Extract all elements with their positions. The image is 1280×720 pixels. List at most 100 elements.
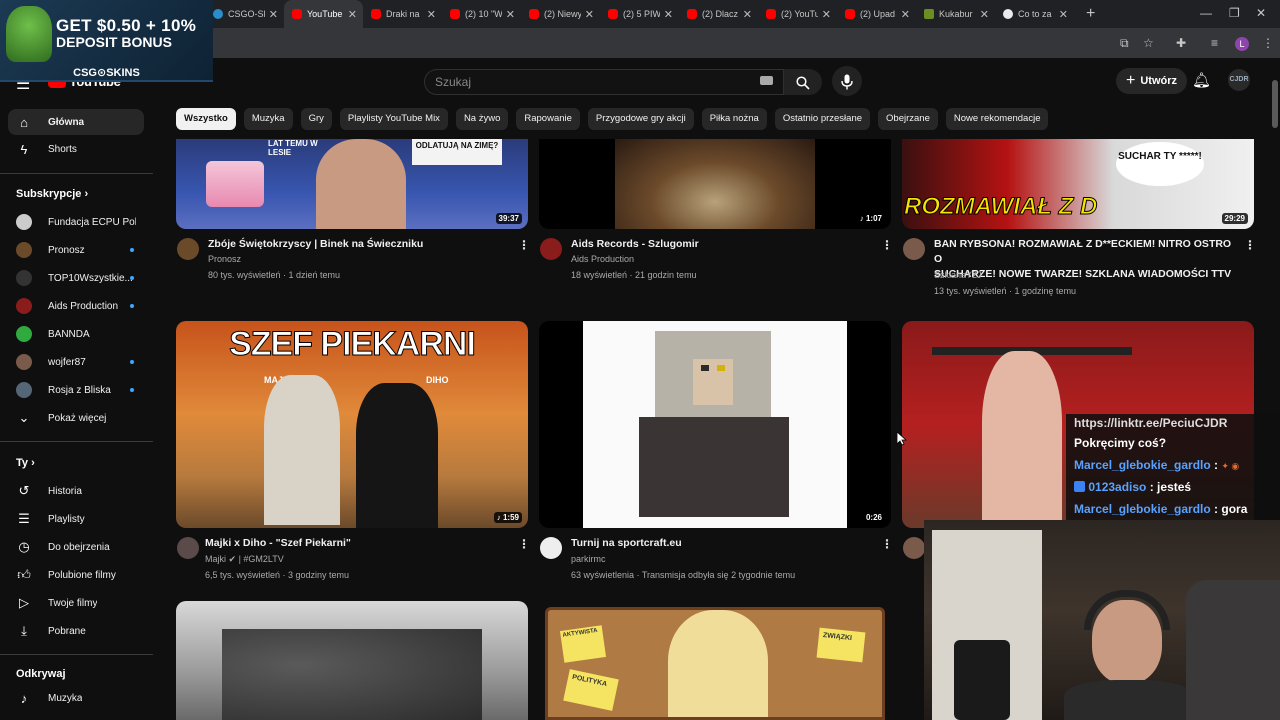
more-actions-icon[interactable]: ⋮ [518, 537, 530, 551]
browser-profile-avatar[interactable]: L [1235, 37, 1249, 51]
sidebar-item-music[interactable]: ♪ Muzyka [8, 685, 144, 711]
chip[interactable]: Muzyka [243, 108, 293, 130]
minecraft-skin-image [583, 321, 847, 528]
chip[interactable]: Rapowanie [516, 108, 580, 130]
close-tab-icon[interactable]: ✕ [1059, 8, 1068, 21]
channel-name[interactable]: SzklanaY2J [934, 268, 982, 283]
keyboard-icon[interactable] [760, 76, 773, 85]
channel-name[interactable]: Pronosz [208, 252, 241, 267]
close-tab-icon[interactable]: ✕ [901, 8, 910, 21]
sidebar-subscription[interactable]: wojfer87 [8, 349, 144, 375]
notifications-bell-icon[interactable]: 🔔︎ [1192, 71, 1211, 89]
sidebar-item-downloads[interactable]: ⤓ Pobrane [8, 618, 144, 644]
browser-menu-icon[interactable]: ⋮ [1262, 36, 1274, 50]
minimize-icon[interactable]: — [1200, 6, 1212, 20]
more-actions-icon[interactable]: ⋮ [1244, 238, 1256, 252]
close-tab-icon[interactable]: ✕ [269, 8, 278, 21]
sidebar-subscription[interactable]: BANNDA [8, 321, 144, 347]
channel-avatar[interactable] [540, 537, 562, 559]
new-tab-icon[interactable]: + [1086, 5, 1095, 23]
chip[interactable]: Ostatnio przesłane [774, 108, 871, 130]
more-actions-icon[interactable]: ⋮ [881, 537, 893, 551]
video-thumbnail[interactable]: AKTYWISTA POLITYKA ZWIĄZKI [545, 607, 885, 720]
browser-tab[interactable]: (2) 5 PIW ✕ [600, 0, 679, 28]
ad-mascot-image [6, 6, 52, 62]
sidebar-item-history[interactable]: ↺ Historia [8, 478, 144, 504]
chip[interactable]: Na żywo [455, 108, 509, 130]
browser-tab[interactable]: (2) Niewy ✕ [521, 0, 600, 28]
extensions-icon[interactable]: ✚ [1176, 36, 1186, 50]
sidebar: ⌂ Główna ϟ Shorts Subskrypcje › Fundacja… [0, 104, 160, 720]
user-avatar[interactable]: CJDR [1228, 69, 1250, 91]
install-app-icon[interactable]: ⧉ [1120, 36, 1129, 51]
close-tab-icon[interactable]: ✕ [822, 8, 831, 21]
close-tab-icon[interactable]: ✕ [743, 8, 752, 21]
sidebar-item-liked[interactable]: 👍︎ Polubione filmy [8, 562, 144, 588]
channel-name[interactable]: parkirmc [571, 552, 606, 567]
video-thumbnail[interactable]: SZEF PIEKARNI MAJKI DIHO ♪ 1:59 [176, 321, 528, 528]
close-tab-icon[interactable]: ✕ [585, 8, 594, 21]
channel-avatar[interactable] [540, 238, 562, 260]
browser-tab[interactable]: CSGO-SKINS✕ [205, 0, 284, 28]
close-tab-icon[interactable]: ✕ [427, 8, 436, 21]
video-thumbnail[interactable]: LAT TEMU W LESIE ODLATUJĄ NA ZIMĘ? 39:37 [176, 139, 528, 229]
channel-name[interactable]: Majki ✔ | #GM2LTV [205, 552, 284, 567]
chip-all[interactable]: Wszystko [176, 108, 236, 130]
close-tab-icon[interactable]: ✕ [506, 8, 515, 21]
video-thumbnail[interactable]: SUCHAR TY *****! ROZMAWIAŁ Z D 29:29 [902, 139, 1254, 229]
sidebar-subscription[interactable]: TOP10Wszystkie... [8, 265, 144, 291]
close-window-icon[interactable]: ✕ [1256, 6, 1266, 20]
video-title[interactable]: Majki x Diho - "Szef Piekarni" [205, 536, 505, 551]
browser-tab[interactable]: Draki na ✕ [363, 0, 442, 28]
sidebar-item-home[interactable]: ⌂ Główna [8, 109, 144, 135]
sidebar-subscription[interactable]: Fundacja ECPU Pol... [8, 209, 144, 235]
sidebar-subscription[interactable]: Pronosz [8, 237, 144, 263]
chip[interactable]: Przygodowe gry akcji [587, 108, 694, 130]
scrollbar-thumb[interactable] [1272, 80, 1278, 128]
chip[interactable]: Piłka nożna [701, 108, 767, 130]
chip[interactable]: Obejrzane [878, 108, 938, 130]
channel-name[interactable]: Aids Production [571, 252, 634, 267]
browser-tab[interactable]: (2) Dlacz ✕ [679, 0, 758, 28]
video-title[interactable]: Aids Records - Szlugomir [571, 237, 871, 252]
sidebar-item-playlists[interactable]: ☰ Playlisty [8, 506, 144, 532]
video-thumbnail[interactable] [176, 601, 528, 720]
channel-avatar[interactable] [903, 537, 925, 559]
sidebar-item-your-videos[interactable]: ▷ Twoje filmy [8, 590, 144, 616]
video-thumbnail[interactable]: ♪ 1:07 [539, 139, 891, 229]
channel-avatar[interactable] [903, 238, 925, 260]
sidebar-subscription[interactable]: Aids Production [8, 293, 144, 319]
channel-avatar[interactable] [177, 537, 199, 559]
video-thumbnail[interactable]: 0:26 [539, 321, 891, 528]
browser-tab[interactable]: Kukabur ✕ [916, 0, 995, 28]
chip[interactable]: Gry [300, 108, 332, 130]
chip[interactable]: Nowe rekomendacje [945, 108, 1049, 130]
media-controls-icon[interactable]: ≡ [1211, 36, 1218, 50]
channel-avatar[interactable] [177, 238, 199, 260]
subscriptions-heading[interactable]: Subskrypcje › [16, 188, 88, 200]
browser-tab[interactable]: (2) YouTu ✕ [758, 0, 837, 28]
browser-tab[interactable]: (2) Upad ✕ [837, 0, 916, 28]
bookmark-star-icon[interactable]: ☆ [1143, 36, 1154, 50]
you-heading[interactable]: Ty › [16, 457, 35, 469]
maximize-icon[interactable]: ❐ [1229, 6, 1240, 20]
more-actions-icon[interactable]: ⋮ [881, 238, 893, 252]
chip[interactable]: Playlisty YouTube Mix [339, 108, 448, 130]
search-input[interactable] [425, 70, 725, 94]
close-tab-icon[interactable]: ✕ [980, 8, 989, 21]
video-title[interactable]: Turnij na sportcraft.eu [571, 536, 871, 551]
voice-search-button[interactable] [832, 66, 862, 96]
sidebar-item-watch-later[interactable]: ◷ Do obejrzenia [8, 534, 144, 560]
browser-tab-active[interactable]: YouTube ✕ [284, 0, 363, 28]
more-actions-icon[interactable]: ⋮ [518, 238, 530, 252]
video-title[interactable]: Zbóje Świętokrzyscy | Binek na Świecznik… [208, 237, 508, 252]
close-tab-icon[interactable]: ✕ [348, 8, 357, 21]
show-more-button[interactable]: ⌄ Pokaż więcej [8, 405, 144, 431]
sidebar-item-shorts[interactable]: ϟ Shorts [8, 136, 144, 162]
browser-tab[interactable]: Co to za ✕ [995, 0, 1074, 28]
sidebar-subscription[interactable]: Rosja z Bliska [8, 377, 144, 403]
create-button[interactable]: + Utwórz [1116, 68, 1188, 94]
search-button[interactable] [784, 69, 822, 95]
browser-tab[interactable]: (2) 10 "W ✕ [442, 0, 521, 28]
close-tab-icon[interactable]: ✕ [664, 8, 673, 21]
